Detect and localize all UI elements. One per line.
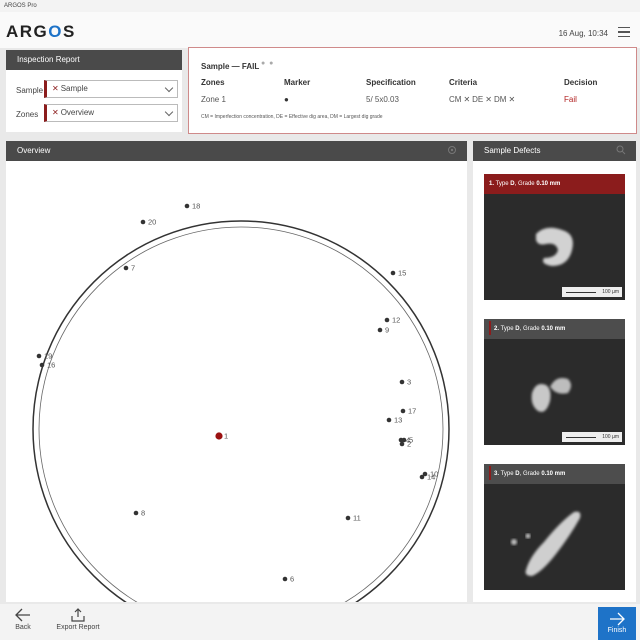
criteria-legend: CM = Imperfection concentration, DE = Ef… <box>201 114 383 120</box>
row-marker: ● <box>284 95 289 104</box>
defect-marker-18[interactable] <box>184 203 190 209</box>
row-zone: Zone 1 <box>201 95 226 104</box>
overview-panel: Overview 1 2 3 4 5 6 7 8 9 10 11 12 13 14 15 16 17 18 19 20 <box>6 141 467 602</box>
finish-button[interactable]: Finish <box>598 607 636 640</box>
pager-dots[interactable]: ● ● <box>261 60 274 67</box>
arrow-right-icon <box>610 612 625 626</box>
defect-caption: 3. Type D, Grade 0.10 mm <box>484 464 625 484</box>
clear-sample-icon[interactable]: ✕ <box>52 84 59 93</box>
defect-marker-9[interactable] <box>377 327 383 333</box>
defect-label-6: 6 <box>290 575 294 584</box>
zones-label: Zones <box>16 110 39 119</box>
export-report-button[interactable]: Export Report <box>52 604 104 640</box>
chevron-down-icon <box>164 83 174 93</box>
chevron-down-icon <box>164 107 174 117</box>
sample-value: Sample <box>60 84 88 93</box>
defect-marker-11[interactable] <box>345 515 351 521</box>
defect-marker-3[interactable] <box>399 379 405 385</box>
date-time: 16 Aug, 10:34 <box>558 29 608 38</box>
defect-label-7: 7 <box>131 264 135 273</box>
header-zones: Zones <box>201 78 225 87</box>
sample-defects-panel: Sample Defects 1. Type D, Grade 0.10 mm … <box>473 141 636 602</box>
argos-logo: ARGOS <box>6 22 76 41</box>
defect-marker-12[interactable] <box>384 317 390 323</box>
sample-map[interactable]: 1234567891011121314151617181920 <box>6 161 467 602</box>
row-specification: 5/ 5x0.03 <box>366 95 399 104</box>
defect-marker-14[interactable] <box>419 474 425 480</box>
defect-label-3: 3 <box>407 378 411 387</box>
defect-label-5: 5 <box>409 436 413 445</box>
defect-marker-16[interactable] <box>39 362 45 368</box>
defect-image-3 <box>511 511 581 576</box>
sample-outer-ring <box>32 220 450 602</box>
back-button[interactable]: Back <box>8 604 38 640</box>
defect-card-2[interactable]: 2. Type D, Grade 0.10 mm 100 µm <box>484 319 625 445</box>
defect-label-1: 1 <box>224 432 228 441</box>
defect-marker-19[interactable] <box>36 353 42 359</box>
sample-select[interactable]: ✕ Sample <box>44 80 178 98</box>
defect-image-1 <box>536 227 573 266</box>
defect-label-11: 11 <box>353 514 361 523</box>
defect-card-3[interactable]: 3. Type D, Grade 0.10 mm <box>484 464 625 590</box>
header-criteria: Criteria <box>449 78 478 87</box>
export-icon <box>71 608 85 622</box>
sample-defects-title: Sample Defects <box>473 141 636 161</box>
defect-marker-15[interactable] <box>390 270 396 276</box>
defect-marker-7[interactable] <box>123 265 129 271</box>
settings-icon[interactable] <box>447 145 457 155</box>
zones-value: Overview <box>60 108 95 117</box>
inspection-report-title: Inspection Report <box>6 50 182 70</box>
clear-zones-icon[interactable]: ✕ <box>52 108 59 117</box>
scale-bar: 100 µm <box>562 432 622 442</box>
footer-bar: Back Export Report Finish <box>0 604 640 640</box>
header-specification: Specification <box>366 78 416 87</box>
defect-label-16: 16 <box>47 361 55 370</box>
arrow-left-icon <box>15 608 30 622</box>
sample-label: Sample <box>16 86 44 95</box>
row-criteria: CM ✕ DE ✕ DM ✕ <box>449 95 516 104</box>
defect-caption: 1. Type D, Grade 0.10 mm <box>484 174 625 194</box>
defect-label-20: 20 <box>148 218 156 227</box>
defect-caption: 2. Type D, Grade 0.10 mm <box>484 319 625 339</box>
defect-marker-17[interactable] <box>400 408 406 414</box>
defect-marker-1[interactable] <box>215 432 223 440</box>
summary-title: Sample — FAIL <box>201 62 260 71</box>
header-decision: Decision <box>564 78 598 87</box>
defect-label-12: 12 <box>392 316 400 325</box>
defect-card-1[interactable]: 1. Type D, Grade 0.10 mm 100 µm <box>484 174 625 300</box>
defect-image-2 <box>531 378 571 412</box>
header-marker: Marker <box>284 78 311 87</box>
overview-title: Overview <box>6 141 467 161</box>
sample-inner-ring <box>38 226 444 602</box>
defect-label-9: 9 <box>385 326 389 335</box>
defect-label-17: 17 <box>408 407 416 416</box>
defect-label-19: 19 <box>44 352 52 361</box>
defect-marker-5[interactable] <box>401 437 407 443</box>
row-decision: Fail <box>564 95 577 104</box>
app-header: ARGOS 16 Aug, 10:34 <box>0 12 640 48</box>
sample-summary-panel: Sample — FAIL ● ● Zones Marker Specifica… <box>188 47 637 134</box>
defect-label-8: 8 <box>141 509 145 518</box>
zones-select[interactable]: ✕ Overview <box>44 104 178 122</box>
defect-label-18: 18 <box>192 202 200 211</box>
hamburger-menu-icon[interactable] <box>618 27 630 37</box>
inspection-report-panel: Inspection Report Sample ✕ Sample Zones ✕… <box>6 50 182 132</box>
scale-bar: 100 µm <box>562 287 622 297</box>
defect-marker-8[interactable] <box>133 510 139 516</box>
defect-label-13: 13 <box>394 416 402 425</box>
defect-marker-20[interactable] <box>140 219 146 225</box>
defect-marker-2[interactable] <box>399 441 405 447</box>
defect-marker-6[interactable] <box>282 576 288 582</box>
defect-label-14: 14 <box>427 473 435 482</box>
defect-label-15: 15 <box>398 269 406 278</box>
defect-marker-13[interactable] <box>386 417 392 423</box>
window-title: ARGOS Pro <box>0 0 640 12</box>
zoom-icon[interactable] <box>616 145 626 155</box>
